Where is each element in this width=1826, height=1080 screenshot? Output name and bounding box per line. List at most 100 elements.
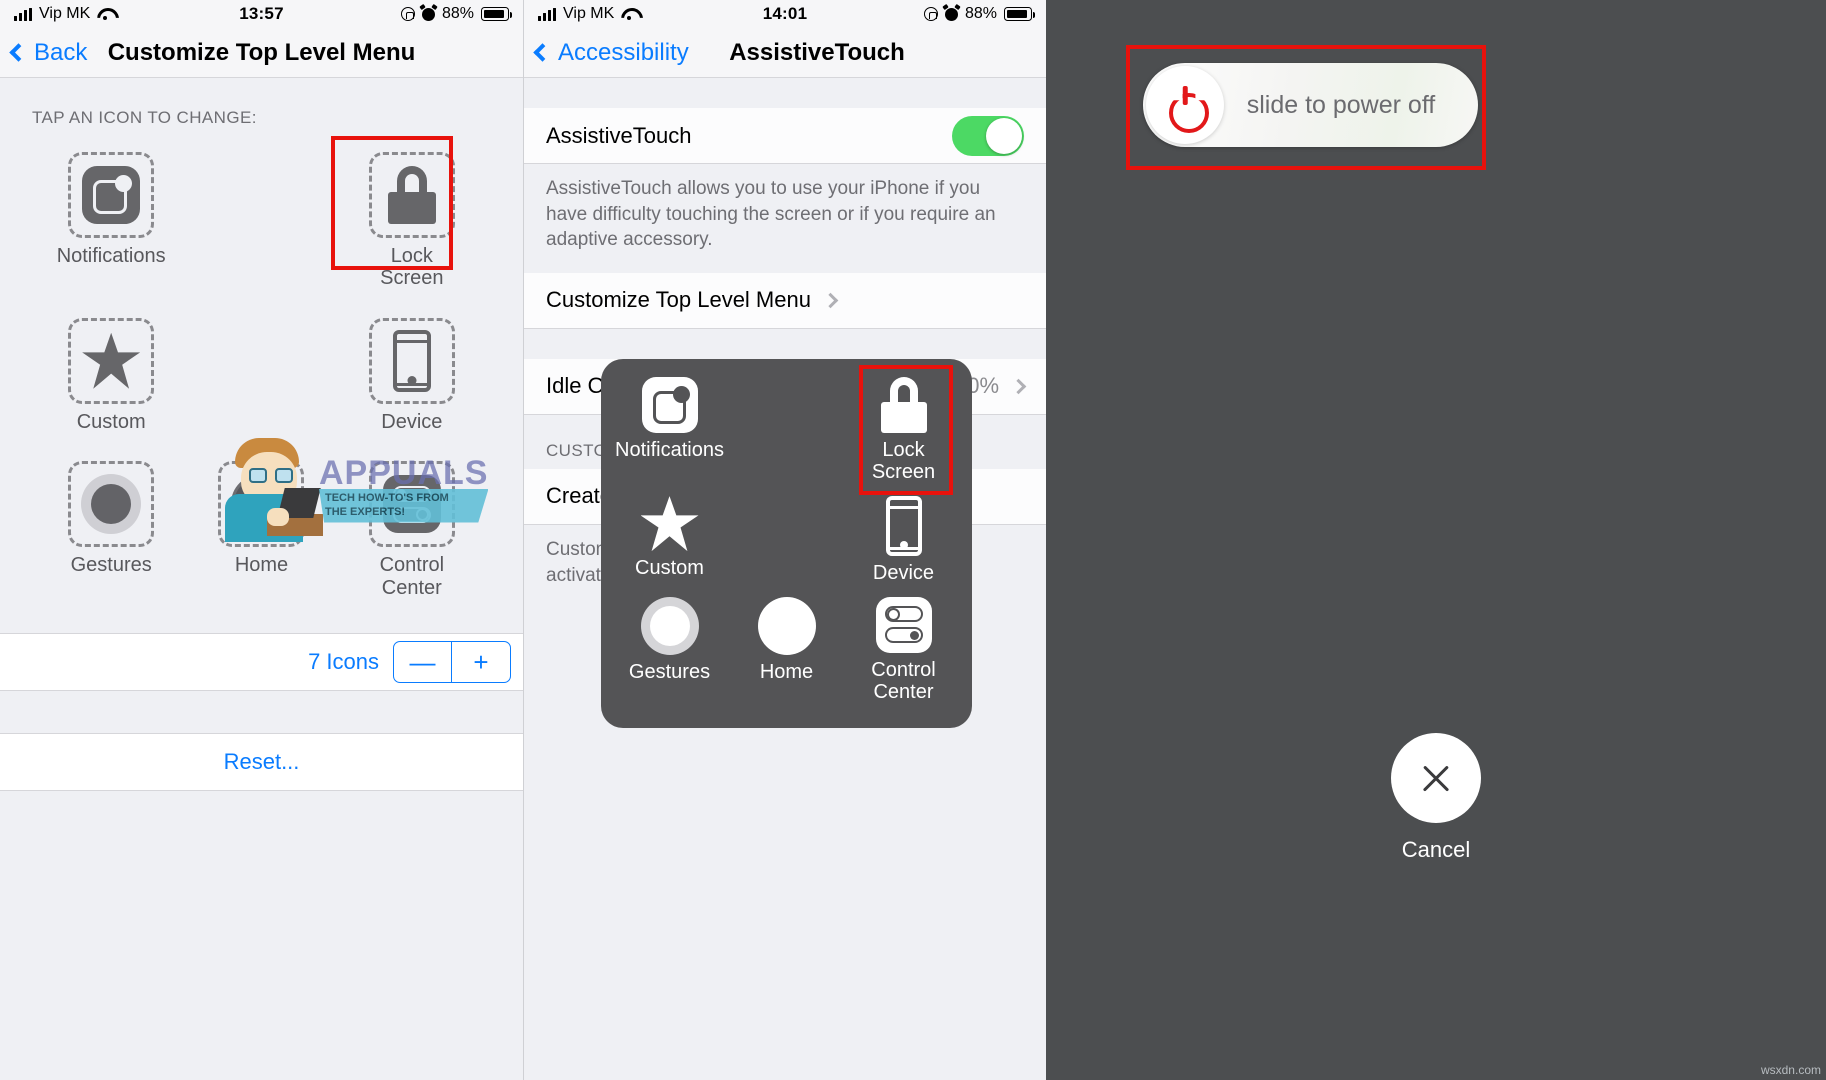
- assistivetouch-toggle[interactable]: [952, 115, 1024, 156]
- icon-cell-lock-screen[interactable]: Lock Screen: [330, 136, 487, 290]
- battery-percent: 88%: [441, 5, 474, 22]
- row-label: Customize Top Level Menu: [546, 287, 811, 313]
- menu-item-label: Control Center: [871, 659, 935, 704]
- control-center-icon: [382, 475, 441, 534]
- icon-slot: [68, 152, 155, 238]
- icon-cell-custom[interactable]: Custom: [36, 317, 186, 433]
- icon-slot: [68, 461, 155, 548]
- icon-label: Notifications: [56, 245, 166, 267]
- menu-item-label: Home: [759, 660, 814, 683]
- power-icon: [1168, 88, 1202, 122]
- power-slider-wrap: slide to power off: [1143, 63, 1478, 147]
- rotation-lock-icon: [400, 7, 415, 21]
- row-assistivetouch-toggle[interactable]: AssistiveTouch: [524, 108, 1046, 164]
- menu-item-device[interactable]: Device: [845, 496, 962, 591]
- home-icon: [231, 474, 292, 535]
- chevron-right-icon: [822, 292, 839, 309]
- menu-item-gestures[interactable]: Gestures: [611, 596, 728, 710]
- back-to-accessibility-button[interactable]: Accessibility: [524, 39, 689, 67]
- icon-slot: [368, 317, 455, 404]
- back-button-label: Accessibility: [558, 38, 689, 66]
- assistivetouch-floating-menu[interactable]: Notifications LockScreen Custom Device: [601, 359, 972, 728]
- menu-item-label-line1: Control: [871, 658, 936, 681]
- panel-power-off: slide to power off Cancel APPUALS TECH H…: [1046, 0, 1826, 1080]
- menu-item-label: Notifications: [615, 439, 724, 461]
- menu-item-empty-2: [728, 496, 845, 591]
- cancel-label: Cancel: [1401, 837, 1471, 862]
- icon-cell-home[interactable]: Home: [186, 461, 336, 599]
- screenshot-root: Vip MK 13:57 88% Back Customize Top Leve…: [0, 0, 1826, 1080]
- icon-cell-empty-2: [186, 318, 336, 433]
- nav-bar-mid: Accessibility AssistiveTouch: [524, 28, 1046, 78]
- icon-label: Control Center: [380, 554, 444, 599]
- back-button-label: Back: [34, 38, 88, 66]
- menu-item-notifications[interactable]: Notifications: [611, 377, 728, 490]
- alarm-icon: [421, 7, 435, 21]
- source-credit: wsxdn.com: [1760, 1063, 1821, 1077]
- close-icon: [1419, 761, 1453, 795]
- icon-label-line2: Screen: [380, 267, 444, 290]
- row-label: AssistiveTouch: [546, 122, 692, 148]
- icon-cell-gestures[interactable]: Gestures: [36, 461, 186, 599]
- rotation-lock-icon: [923, 7, 938, 21]
- icon-slot: [68, 317, 155, 404]
- reset-button[interactable]: Reset...: [0, 733, 523, 791]
- icon-count-stepper: — +: [393, 641, 511, 683]
- battery-icon: [1004, 7, 1036, 21]
- icon-cell-device[interactable]: Device: [337, 317, 487, 433]
- chevron-right-icon: [1010, 378, 1027, 395]
- icon-cell-notifications[interactable]: Notifications: [36, 152, 186, 290]
- icon-label-line2: Center: [381, 576, 442, 599]
- slider-label: slide to power off: [1246, 90, 1436, 119]
- icon-label: Gestures: [70, 554, 152, 577]
- menu-item-label-line2: Center: [873, 681, 934, 704]
- icon-count-row: 7 Icons — +: [0, 633, 523, 691]
- status-right-group: 88%: [400, 5, 513, 23]
- lock-icon: [386, 166, 438, 224]
- gestures-icon: [640, 596, 699, 655]
- menu-item-lock-screen[interactable]: Lock Screen: [845, 365, 962, 495]
- home-icon: [757, 596, 816, 655]
- battery-percent: 88%: [964, 5, 997, 22]
- icon-grid: Notifications LockScreen Custom Device: [0, 128, 523, 599]
- panel-customize-top-level-menu: Vip MK 13:57 88% Back Customize Top Leve…: [0, 0, 523, 1080]
- icon-label: Custom: [76, 410, 146, 433]
- menu-item-control-center[interactable]: Control Center: [845, 596, 962, 710]
- menu-item-label: Custom: [635, 557, 704, 580]
- icon-cell-control-center[interactable]: Control Center: [337, 461, 487, 599]
- alarm-icon: [944, 7, 958, 21]
- slider-knob[interactable]: [1146, 66, 1224, 144]
- customize-body: TAP AN ICON TO CHANGE: Notifications Loc…: [0, 78, 523, 1080]
- star-icon: [640, 496, 699, 552]
- device-icon: [392, 329, 431, 392]
- nav-bar-left: Back Customize Top Level Menu: [0, 28, 523, 78]
- icon-label-line1: Control: [379, 554, 445, 577]
- menu-item-label: Device: [872, 562, 935, 585]
- back-button[interactable]: Back: [0, 39, 87, 67]
- status-bar-left: Vip MK 13:57 88%: [0, 0, 523, 28]
- icon-label: Home: [234, 554, 289, 577]
- panel-assistivetouch: Vip MK 14:01 88% Accessibility Assistive…: [523, 0, 1046, 1080]
- star-icon: [82, 332, 141, 389]
- menu-item-label: Gestures: [628, 660, 711, 683]
- icon-label: Device: [381, 410, 443, 433]
- chevron-left-icon: [9, 43, 28, 62]
- menu-item-custom[interactable]: Custom: [611, 496, 728, 591]
- battery-icon: [481, 7, 513, 21]
- notifications-icon: [641, 377, 698, 433]
- cancel-button[interactable]: [1391, 733, 1481, 823]
- top-spacer: [524, 78, 1046, 108]
- decrease-icons-button[interactable]: —: [394, 642, 452, 682]
- increase-icons-button[interactable]: +: [452, 642, 510, 682]
- device-icon: [885, 496, 922, 557]
- cancel-control[interactable]: Cancel: [1391, 733, 1481, 863]
- menu-item-home[interactable]: Home: [728, 596, 845, 710]
- icon-count-label: 7 Icons: [308, 649, 379, 674]
- assistivetouch-body: AssistiveTouch AssistiveTouch allows you…: [524, 78, 1046, 1080]
- slide-to-power-off-slider[interactable]: slide to power off: [1143, 63, 1478, 147]
- assistivetouch-description: AssistiveTouch allows you to use your iP…: [546, 178, 996, 251]
- tap-icon-instruction: TAP AN ICON TO CHANGE:: [32, 108, 257, 127]
- row-customize-top-level-menu[interactable]: Customize Top Level Menu: [524, 272, 1046, 329]
- status-bar-mid: Vip MK 14:01 88%: [524, 0, 1046, 28]
- row-label: Idle O: [546, 373, 605, 399]
